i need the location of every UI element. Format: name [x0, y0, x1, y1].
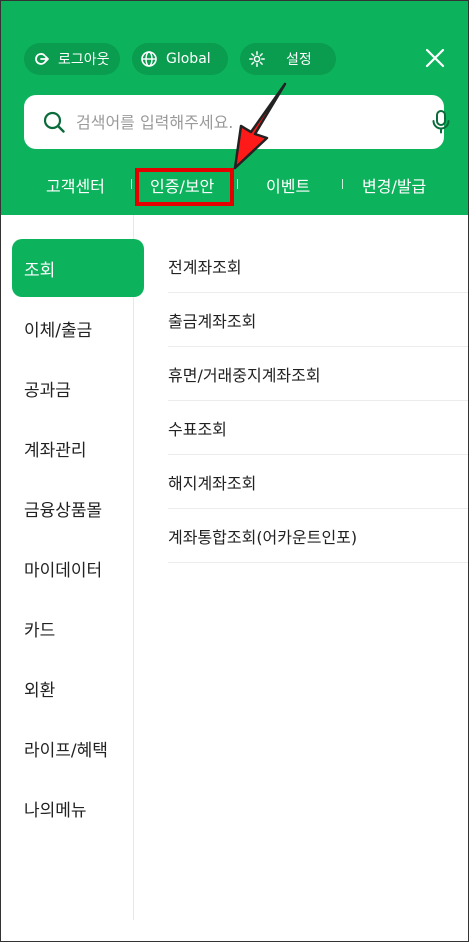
logout-icon	[32, 50, 50, 68]
sidebar-item-label: 계좌관리	[24, 440, 87, 461]
sidebar-item-public-charges[interactable]: 공과금	[12, 359, 144, 417]
sidebar-item-label: 금융상품몰	[24, 500, 103, 521]
submenu-item[interactable]: 출금계좌조회	[168, 293, 469, 347]
sidebar-item-foreign-exchange[interactable]: 외환	[12, 659, 144, 717]
settings-label: 설정	[286, 52, 312, 68]
quick-link-events[interactable]: 이벤트	[266, 172, 310, 198]
logout-label: 로그아웃	[58, 52, 110, 68]
submenu-item-label: 출금계좌조회	[168, 311, 257, 331]
divider	[342, 179, 343, 189]
close-button[interactable]	[423, 46, 447, 70]
submenu-item[interactable]: 휴면/거래중지계좌조회	[168, 347, 469, 401]
globe-icon	[140, 50, 158, 68]
sidebar-item-inquiry[interactable]: 조회	[12, 239, 144, 297]
logout-button[interactable]: 로그아웃	[24, 43, 120, 75]
submenu-item-label: 계좌통합조회(어카운트인포)	[168, 527, 358, 547]
submenu-item[interactable]: 계좌통합조회(어카운트인포)	[168, 509, 469, 563]
quick-link-customer-center[interactable]: 고객센터	[46, 172, 105, 198]
sidebar-item-label: 마이데이터	[24, 560, 103, 581]
sidebar-item-my-menu[interactable]: 나의메뉴	[12, 779, 144, 837]
sidebar-item-mydata[interactable]: 마이데이터	[12, 539, 144, 597]
submenu-item-label: 해지계좌조회	[168, 473, 257, 493]
highlight-box	[135, 168, 234, 206]
sidebar-item-label: 공과금	[24, 380, 71, 401]
sidebar-item-label: 조회	[24, 260, 56, 281]
pointer-arrow-icon	[233, 82, 287, 170]
gear-icon	[248, 50, 266, 68]
quick-link-label: 이벤트	[266, 177, 311, 196]
quick-link-label: 고객센터	[46, 177, 105, 196]
global-button[interactable]: Global	[132, 43, 228, 75]
sidebar-item-label: 외환	[24, 680, 56, 701]
sidebar-item-label: 카드	[24, 620, 56, 641]
quick-link-label: 변경/발급	[362, 177, 427, 196]
settings-button[interactable]: 설정	[240, 43, 336, 75]
divider	[131, 179, 132, 189]
close-icon	[425, 48, 445, 68]
microphone-icon[interactable]	[430, 109, 452, 135]
submenu-item[interactable]: 수표조회	[168, 401, 469, 455]
sidebar: 조회 이체/출금 공과금 계좌관리 금융상품몰 마이데이터 카드 외환 라이프/…	[0, 215, 144, 920]
submenu-item[interactable]: 전계좌조회	[168, 239, 469, 293]
submenu-item-label: 휴면/거래중지계좌조회	[168, 365, 321, 385]
submenu-item-label: 전계좌조회	[168, 257, 242, 277]
quick-link-change-issue[interactable]: 변경/발급	[362, 172, 426, 198]
submenu-item-label: 수표조회	[168, 419, 227, 439]
sidebar-item-products-mall[interactable]: 금융상품몰	[12, 479, 144, 537]
sidebar-item-life-benefits[interactable]: 라이프/혜택	[12, 719, 144, 777]
submenu-item[interactable]: 해지계좌조회	[168, 455, 469, 509]
divider	[237, 179, 238, 189]
sidebar-item-label: 이체/출금	[24, 320, 93, 341]
sidebar-item-account-management[interactable]: 계좌관리	[12, 419, 144, 477]
sidebar-item-transfer[interactable]: 이체/출금	[12, 299, 144, 357]
sidebar-item-label: 나의메뉴	[24, 800, 87, 821]
sidebar-item-label: 라이프/혜택	[24, 740, 108, 761]
search-icon	[42, 110, 66, 134]
global-label: Global	[166, 51, 211, 67]
sidebar-item-card[interactable]: 카드	[12, 599, 144, 657]
